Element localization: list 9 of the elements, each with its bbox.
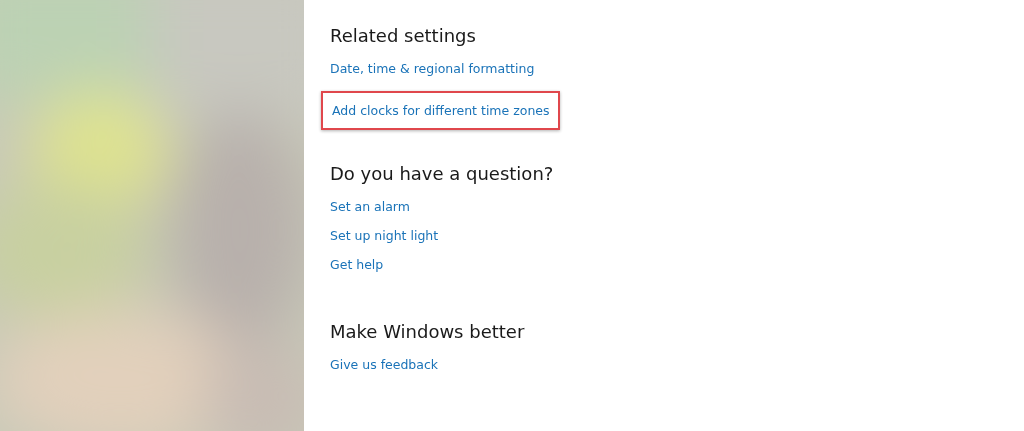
section-heading: Do you have a question? <box>330 162 555 186</box>
settings-link[interactable]: Date, time & regional formatting <box>330 59 535 79</box>
settings-link[interactable]: Add clocks for different time zones <box>332 101 550 121</box>
section-heading: Related settings <box>330 24 477 48</box>
settings-link[interactable]: Get help <box>330 255 384 275</box>
section-heading: Make Windows better <box>330 320 526 344</box>
settings-link[interactable]: Set an alarm <box>330 197 410 217</box>
settings-link[interactable]: Set up night light <box>330 226 439 246</box>
settings-link[interactable]: Give us feedback <box>330 355 439 375</box>
